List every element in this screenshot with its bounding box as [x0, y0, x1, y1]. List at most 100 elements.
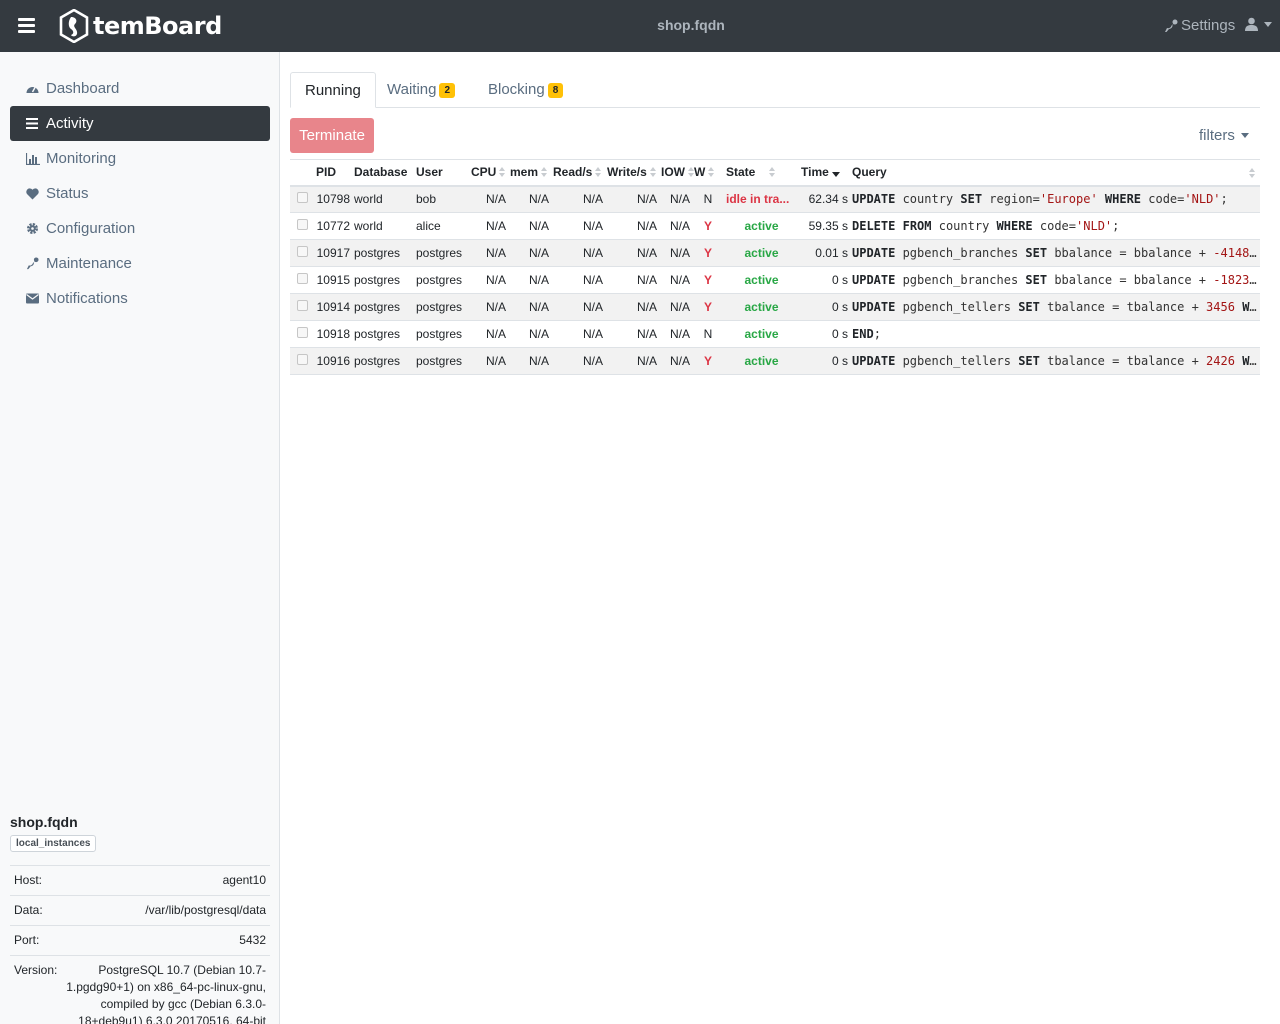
write-cell: N/A — [605, 266, 659, 294]
sql-keyword: SET — [960, 192, 983, 207]
sql-keyword: FROM — [902, 219, 932, 233]
version-row: Version: PostgreSQL 10.7 (Debian 10.7-1.… — [10, 956, 270, 1024]
table-row[interactable]: 10916 postgres postgres N/A N/A N/A N/A N/A Yact… — [290, 347, 1260, 375]
row-checkbox[interactable] — [296, 191, 308, 203]
sidebar-item-maintenance[interactable]: Maintenance — [10, 246, 270, 281]
sql-text: pgbench_tellers — [895, 300, 1019, 314]
port-row: Port: 5432 — [10, 926, 270, 956]
cpu-header[interactable]: CPU — [469, 159, 508, 187]
count-badge: 8 — [547, 83, 564, 98]
sidebar-item-activity[interactable]: Activity — [10, 106, 270, 141]
sidebar-item-dashboard[interactable]: Dashboard — [10, 71, 270, 106]
state-header[interactable]: State — [724, 159, 799, 187]
user-cell: postgres — [414, 239, 469, 267]
mem-header[interactable]: mem — [508, 159, 551, 187]
gear-icon — [26, 222, 46, 235]
waiting-cell: Y — [692, 212, 724, 240]
sql-text: bbalance = bbalance + — [1047, 273, 1214, 287]
sql-text: ; — [873, 327, 881, 341]
port-value: 5432 — [239, 933, 266, 947]
row-checkbox[interactable] — [296, 218, 308, 230]
select-cell — [290, 239, 314, 267]
sidebar-item-label: Maintenance — [46, 255, 132, 272]
table-row[interactable]: 10772 world alice N/A N/A N/A N/A N/A Yactive 59.… — [290, 212, 1260, 240]
row-checkbox[interactable] — [296, 326, 308, 338]
read-cell: N/A — [551, 347, 605, 375]
iow-cell: N/A — [659, 266, 692, 294]
sql-keyword: WHERE — [1104, 192, 1142, 207]
row-checkbox[interactable] — [296, 245, 308, 257]
sql-text: code= — [1141, 192, 1185, 207]
write-cell: N/A — [605, 293, 659, 321]
data-row: Data: /var/lib/postgresql/data — [10, 896, 270, 926]
sidebar-item-status[interactable]: Status — [10, 176, 270, 211]
table-row[interactable]: 10918 postgres postgres N/A N/A N/A N/A N/A Nact… — [290, 320, 1260, 348]
mem-cell: N/A — [508, 239, 551, 267]
sidebar-item-configuration[interactable]: Configuration — [10, 211, 270, 246]
sql-text: region= — [982, 192, 1040, 207]
time-cell: 62.34 s — [799, 185, 850, 213]
instance-title: shop.fqdn — [657, 17, 725, 33]
select-cell — [290, 212, 314, 240]
state-cell: active — [724, 239, 799, 267]
sidebar-item-label: Notifications — [46, 290, 128, 307]
tab-waiting[interactable]: Waiting 2 — [373, 72, 469, 108]
envelope-icon — [26, 293, 46, 304]
settings-link[interactable]: Settings — [1164, 17, 1235, 34]
iow-header[interactable]: IOW — [659, 159, 694, 187]
query-header[interactable]: Query — [850, 159, 1260, 187]
w-header[interactable]: W — [692, 159, 724, 187]
host-value: agent10 — [222, 873, 266, 887]
row-checkbox[interactable] — [296, 353, 308, 365]
sql-text: country — [895, 192, 961, 207]
write-cell: N/A — [605, 212, 659, 240]
data-label: Data: — [14, 903, 43, 917]
sql-literal: 'NLD' — [1076, 219, 1113, 233]
sql-literal: -1823 — [1213, 273, 1250, 287]
sidebar-item-label: Activity — [46, 115, 94, 132]
row-checkbox[interactable] — [296, 272, 308, 284]
sort-icon — [708, 167, 715, 178]
time-cell: 0.01 s — [799, 239, 850, 267]
sort-icon — [595, 167, 602, 178]
sql-keyword: SET — [1018, 354, 1040, 368]
mem-cell: N/A — [508, 212, 551, 240]
waiting-cell: Y — [692, 293, 724, 321]
mem-cell: N/A — [508, 185, 551, 213]
filters-dropdown[interactable]: filters — [1199, 127, 1249, 144]
read-header[interactable]: Read/s — [551, 159, 605, 187]
mem-cell: N/A — [508, 266, 551, 294]
tab-blocking[interactable]: Blocking 8 — [474, 72, 577, 108]
pid-header[interactable]: PID — [314, 159, 352, 187]
time-cell: 0 s — [799, 293, 850, 321]
database-header[interactable]: Database — [352, 159, 414, 187]
state-cell: active — [724, 212, 799, 240]
tab-running[interactable]: Running — [290, 72, 376, 108]
sidebar-item-label: Monitoring — [46, 150, 117, 167]
terminate-button[interactable]: Terminate — [290, 118, 374, 153]
table-row[interactable]: 10917 postgres postgres N/A N/A N/A N/A N/A Yact… — [290, 239, 1260, 267]
table-row[interactable]: 10914 postgres postgres N/A N/A N/A N/A N/A Yact… — [290, 293, 1260, 321]
table-row[interactable]: 10915 postgres postgres N/A N/A N/A N/A N/A Yact… — [290, 266, 1260, 294]
query-cell: UPDATE pgbench_tellers SET tbalance = tb… — [850, 347, 1260, 375]
tab-label: Blocking — [488, 81, 545, 98]
port-label: Port: — [14, 933, 40, 947]
database-cell: world — [352, 185, 414, 213]
sql-keyword: WHERE — [1242, 300, 1260, 314]
sort-desc-icon — [831, 172, 840, 178]
wrench-icon — [26, 257, 46, 270]
sidebar-item-notifications[interactable]: Notifications — [10, 281, 270, 316]
sql-text: tbalance = tbalance + — [1039, 300, 1207, 314]
user-menu[interactable] — [1245, 17, 1272, 31]
time-header[interactable]: Time — [799, 159, 850, 187]
query-cell: END; — [850, 320, 1260, 348]
row-checkbox[interactable] — [296, 299, 308, 311]
mem-cell: N/A — [508, 293, 551, 321]
host-row: Host: agent10 — [10, 866, 270, 896]
write-header[interactable]: Write/s — [605, 159, 659, 187]
table-row[interactable]: 10798 world bob N/A N/A N/A N/A N/A Nidle in tra… — [290, 185, 1260, 213]
table-header-row: PID Database User CPU mem Read/s Write/s… — [290, 159, 1260, 187]
sidebar-item-monitoring[interactable]: Monitoring — [10, 141, 270, 176]
user-header[interactable]: User — [414, 159, 469, 187]
